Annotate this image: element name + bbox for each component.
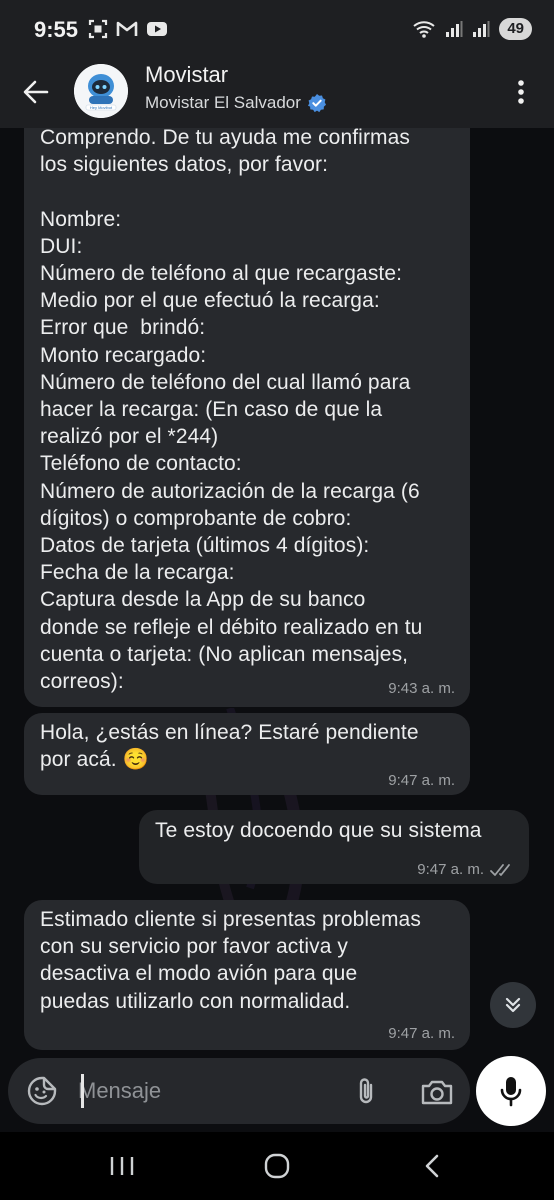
message-timestamp: 9:47 a. m. (388, 772, 455, 789)
paperclip-icon[interactable] (352, 1076, 382, 1108)
kebab-menu-icon (518, 80, 524, 104)
contact-subtitle: Movistar El Salvador (145, 93, 301, 112)
signal-icon (473, 21, 490, 37)
contact-avatar[interactable]: Hey Movibot (74, 64, 128, 118)
notification-icons (88, 19, 168, 39)
microphone-icon (500, 1077, 522, 1107)
back-nav-button[interactable] (410, 1148, 454, 1184)
message-input-container[interactable] (8, 1058, 470, 1124)
message-input[interactable] (78, 1072, 338, 1110)
message-composer (0, 1052, 554, 1132)
recents-button[interactable] (100, 1148, 144, 1184)
message-bubble-incoming[interactable]: Hola, ¿estás en línea? Estaré pendiente … (24, 713, 470, 795)
text-cursor (81, 1074, 84, 1108)
message-timestamp: 9:47 a. m. (388, 1025, 455, 1042)
home-icon (264, 1153, 290, 1179)
message-bubble-incoming[interactable]: Comprendo. De tu ayuda me confirmas los … (24, 128, 470, 707)
scroll-to-bottom-button[interactable] (490, 982, 536, 1028)
message-timestamp: 9:43 a. m. (388, 680, 455, 697)
camera-icon[interactable] (420, 1076, 454, 1108)
system-navigation-bar (0, 1132, 554, 1200)
message-time: 9:47 a. m. (388, 772, 455, 789)
message-text: Te estoy docoendo que su sistema (155, 819, 482, 842)
double-chevron-down-icon (505, 997, 521, 1013)
signal-icon (446, 21, 463, 37)
battery-level: 49 (499, 18, 532, 40)
youtube-icon (147, 22, 167, 36)
movibot-logo-icon: Hey Movibot (74, 64, 128, 118)
system-icons: 49 (412, 18, 532, 40)
back-button[interactable] (16, 72, 56, 112)
sticker-emoji-icon[interactable] (26, 1075, 58, 1107)
message-text: Estimado cliente si presentas problemas … (40, 908, 421, 1013)
contact-name[interactable]: Movistar (145, 62, 228, 88)
gmail-icon (116, 21, 138, 36)
message-bubble-incoming[interactable]: Estimado cliente si presentas problemas … (24, 900, 470, 1050)
back-arrow-icon (23, 80, 49, 104)
message-time: 9:47 a. m. (388, 1025, 455, 1042)
screenshot-icon (88, 19, 108, 39)
message-timestamp: 9:47 a. m. (417, 861, 514, 878)
back-chevron-icon (425, 1154, 439, 1178)
message-bubble-outgoing[interactable]: Te estoy docoendo que su sistema 9:47 a.… (139, 810, 529, 884)
chat-area[interactable]: Comprendo. De tu ayuda me confirmas los … (0, 128, 554, 1052)
contact-subtitle-row[interactable]: Movistar El Salvador (145, 93, 327, 113)
message-text: Hola, ¿estás en línea? Estaré pendiente … (40, 721, 419, 772)
verified-badge-icon (307, 94, 326, 113)
avatar-label: Hey Movibot (90, 105, 113, 110)
chat-header: Hey Movibot Movistar Movistar El Salvado… (0, 60, 554, 128)
status-bar: 9:55 49 (0, 0, 554, 60)
message-text: Comprendo. De tu ayuda me confirmas los … (40, 128, 423, 694)
status-time: 9:55 (34, 17, 79, 42)
message-time: 9:47 a. m. (417, 861, 484, 878)
wifi-icon (413, 21, 435, 38)
recents-icon (110, 1157, 134, 1175)
message-time: 9:43 a. m. (388, 680, 455, 697)
read-receipt-icon (490, 863, 510, 876)
voice-message-button[interactable] (476, 1056, 546, 1126)
more-options-button[interactable] (506, 72, 536, 112)
home-button[interactable] (255, 1148, 299, 1184)
